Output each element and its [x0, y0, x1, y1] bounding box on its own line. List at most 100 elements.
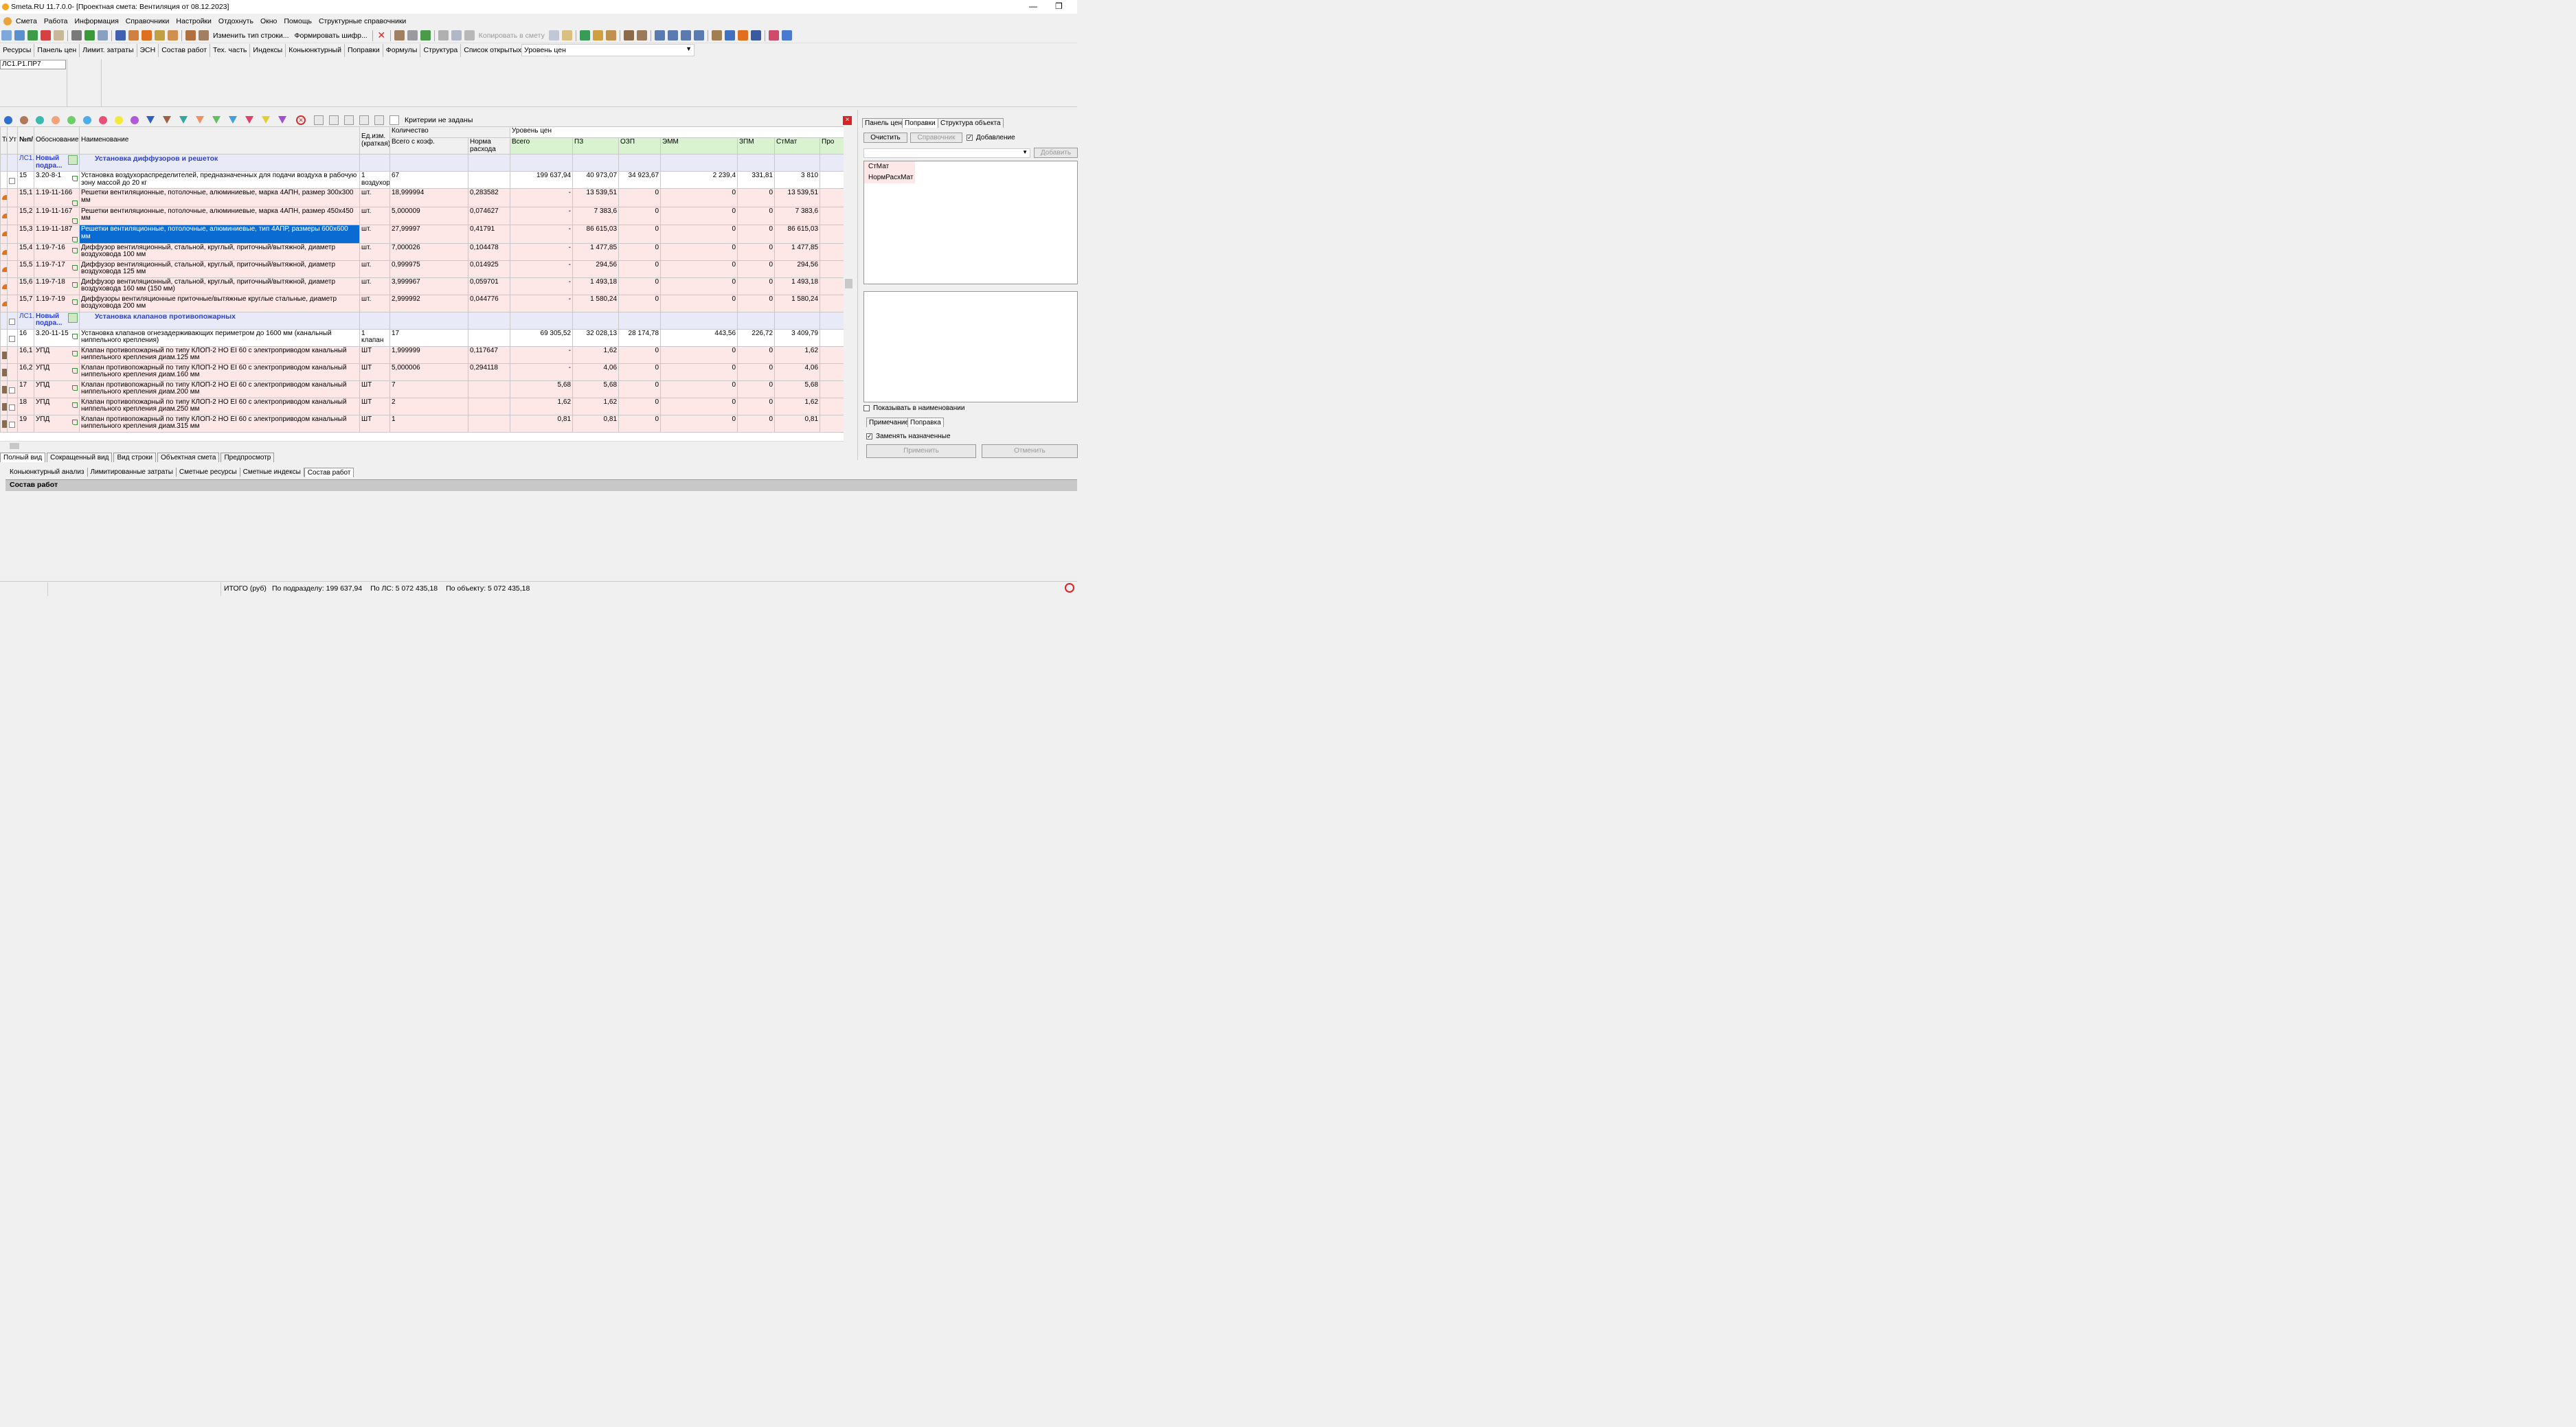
cell-total[interactable]: - — [510, 206, 574, 225]
filter-funnel-icon[interactable] — [245, 116, 253, 124]
collapse-tree-icon[interactable] — [329, 115, 339, 125]
tab-market-analysis[interactable]: Коньюнктурный анализ — [7, 468, 88, 477]
copy-to-estimate-button[interactable]: Копировать в смету — [476, 32, 547, 40]
cell-stmat[interactable]: 1,62 — [774, 397, 821, 415]
cell-total[interactable]: 1,62 — [510, 397, 574, 415]
cell-pz[interactable]: 40 973,07 — [572, 171, 620, 189]
cell-norm[interactable] — [467, 380, 511, 398]
rtab-corrections[interactable]: Поправки — [902, 118, 938, 128]
cell-emm[interactable]: 0 — [660, 380, 738, 398]
list-item[interactable]: НормРасхМат — [864, 172, 915, 183]
cell-pro[interactable] — [820, 294, 845, 312]
cell-pro[interactable] — [820, 171, 845, 189]
cell-qty[interactable]: 18,999994 — [389, 188, 468, 207]
minimize-button[interactable]: — — [1029, 1, 1037, 11]
cell-total[interactable]: 0,81 — [510, 414, 574, 433]
cell-ozp[interactable]: 0 — [618, 380, 662, 398]
cell-zpm[interactable]: 0 — [737, 242, 776, 261]
table-row[interactable]: 15,4 1.19-7-16 Диффузор вентиляционный, … — [0, 242, 845, 261]
row-checkbox[interactable] — [9, 404, 15, 411]
menu-help[interactable]: Помощь — [280, 17, 315, 25]
table-row[interactable]: 15,1 1.19-11-166 Решетки вентиляционные,… — [0, 188, 845, 207]
cell-qty[interactable]: 5,000009 — [389, 206, 468, 225]
cell-pz[interactable]: 294,56 — [572, 260, 620, 278]
menu-references[interactable]: Справочники — [122, 17, 173, 25]
arrow-up-icon[interactable] — [420, 30, 431, 41]
tab-limited-costs-bottom[interactable]: Лимитированные затраты — [88, 468, 177, 477]
cell-unit[interactable]: шт. — [359, 277, 390, 295]
cell-norm[interactable]: 0,41791 — [467, 225, 511, 244]
cell-name[interactable]: Диффузор вентиляционный, стальной, кругл… — [79, 277, 360, 295]
cell-name[interactable]: Клапан противопожарный по типу КЛОП-2 НО… — [79, 414, 360, 433]
col-zpm[interactable]: ЗПМ — [737, 137, 776, 155]
cell-num[interactable]: 15,1 — [17, 188, 34, 207]
col-name[interactable]: Наименование — [79, 126, 360, 155]
filter-funnel-icon[interactable] — [278, 116, 286, 124]
cell-num[interactable]: 15,7 — [17, 294, 34, 312]
cell-unit[interactable]: ШТ — [359, 380, 390, 398]
cell-stmat[interactable]: 0,81 — [774, 414, 821, 433]
color-dot-8[interactable] — [130, 115, 139, 124]
cell-name[interactable]: Клапан противопожарный по типу КЛОП-2 НО… — [79, 363, 360, 381]
row-checkbox[interactable] — [9, 178, 15, 184]
list-icon[interactable] — [693, 30, 704, 41]
cell-name[interactable]: Диффузор вентиляционный, стальной, кругл… — [79, 242, 360, 261]
correction-select[interactable]: ▼ — [863, 148, 1030, 158]
row-checkbox[interactable] — [9, 335, 15, 342]
table-row[interactable]: 17 УПД Клапан противопожарный по типу КЛ… — [0, 380, 845, 398]
row-type-icon[interactable] — [185, 30, 196, 41]
cell-pro[interactable] — [820, 188, 845, 207]
clear-filter-icon[interactable]: ✕ — [296, 115, 306, 125]
cell-name[interactable]: Клапан противопожарный по типу КЛОП-2 НО… — [79, 345, 360, 364]
insert-row-icon[interactable] — [14, 30, 25, 41]
color-dot-3[interactable] — [51, 115, 60, 124]
color-dot-7[interactable] — [114, 115, 123, 124]
cell-emm[interactable]: 443,56 — [660, 328, 738, 347]
cell-name[interactable]: Решетки вентиляционные, потолочные, алюм… — [79, 206, 360, 225]
cell-ozp[interactable]: 0 — [618, 206, 662, 225]
cell-emm[interactable]: 0 — [660, 206, 738, 225]
cell-num[interactable]: 19 — [17, 414, 34, 433]
row-checkbox[interactable] — [9, 318, 15, 325]
color-dot-6[interactable] — [98, 115, 107, 124]
tab-resources[interactable]: Ресурсы — [0, 44, 35, 57]
cell-qty[interactable]: 0,999975 — [389, 260, 468, 278]
cell-zpm[interactable]: 0 — [737, 188, 776, 207]
cell-total[interactable]: 69 305,52 — [510, 328, 574, 347]
list-item[interactable]: СтМат — [864, 161, 915, 172]
cell-stmat[interactable]: 5,68 — [774, 380, 821, 398]
show-in-name-checkbox[interactable] — [863, 405, 870, 411]
worker-icon[interactable] — [711, 30, 722, 41]
cell-emm[interactable]: 0 — [660, 363, 738, 381]
cell-pro[interactable] — [820, 206, 845, 225]
filter-down-icon[interactable] — [374, 115, 384, 125]
cell-emm[interactable]: 0 — [660, 294, 738, 312]
filter-funnel-icon[interactable] — [212, 116, 221, 124]
cell-ozp[interactable]: 34 923,67 — [618, 171, 662, 189]
cell-pro[interactable] — [820, 345, 845, 364]
cell-norm[interactable]: 0,294118 — [467, 363, 511, 381]
cell-stmat[interactable]: 86 615,03 — [774, 225, 821, 244]
table-row[interactable]: 18 УПД Клапан противопожарный по типу КЛ… — [0, 397, 845, 415]
cell-qty[interactable]: 1 — [389, 414, 468, 433]
cell-stmat[interactable]: 7 383,6 — [774, 206, 821, 225]
layers-icon[interactable] — [768, 30, 779, 41]
col-qty-total[interactable]: Всего с коэф. — [389, 137, 468, 155]
cell-num[interactable]: 15 — [17, 171, 34, 189]
cell-zpm[interactable]: 0 — [737, 414, 776, 433]
cell-norm[interactable] — [467, 414, 511, 433]
cell-total[interactable]: - — [510, 242, 574, 261]
cell-stmat[interactable]: 294,56 — [774, 260, 821, 278]
menu-rest[interactable]: Отдохнуть — [215, 17, 257, 25]
col-pro[interactable]: Про — [820, 137, 845, 155]
menu-work[interactable]: Работа — [41, 17, 71, 25]
tab-structure[interactable]: Структура — [420, 44, 462, 57]
cell-emm[interactable]: 0 — [660, 397, 738, 415]
cell-unit[interactable]: ШТ — [359, 363, 390, 381]
table-row[interactable]: 16,1 УПД Клапан противопожарный по типу … — [0, 345, 845, 364]
cell-total[interactable]: - — [510, 345, 574, 364]
cell-zpm[interactable]: 0 — [737, 363, 776, 381]
cell-pro[interactable] — [820, 328, 845, 347]
cell-total[interactable]: 199 637,94 — [510, 171, 574, 189]
cell-pz[interactable]: 7 383,6 — [572, 206, 620, 225]
